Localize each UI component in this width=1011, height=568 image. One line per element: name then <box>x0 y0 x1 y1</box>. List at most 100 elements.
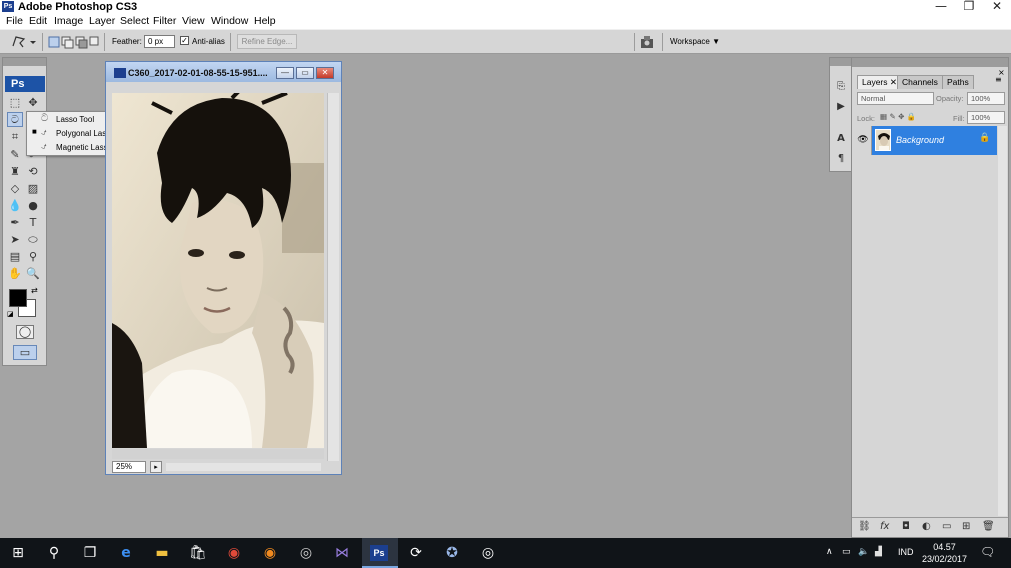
shape-tool-icon[interactable]: ⬭ <box>25 232 41 247</box>
adjustment-layer-icon[interactable]: ◐ <box>922 521 931 532</box>
dodge-tool-icon[interactable]: ● <box>25 198 41 213</box>
actions-icon[interactable]: ▶ <box>834 100 848 114</box>
menu-layer[interactable]: Layer <box>89 15 115 27</box>
restore-button[interactable]: ❐ <box>955 0 983 14</box>
document-maximize-button[interactable]: ▭ <box>296 67 314 79</box>
visual-studio-icon[interactable]: ⋈ <box>332 543 352 563</box>
navigator-icon[interactable]: ⎘ <box>834 80 848 94</box>
crop-tool-icon[interactable]: ⌗ <box>7 129 23 144</box>
add-mask-icon[interactable]: ◘ <box>902 521 910 532</box>
store-icon[interactable]: 🛍 <box>188 543 208 563</box>
lasso-preset-icon[interactable] <box>10 34 36 50</box>
history-brush-icon[interactable]: ⟲ <box>25 164 41 179</box>
menu-filter[interactable]: Filter <box>153 15 176 27</box>
media-player-icon[interactable]: ◎ <box>296 543 316 563</box>
status-scrollbar[interactable] <box>166 463 321 471</box>
selection-mode-icons[interactable] <box>48 35 100 49</box>
document-minimize-button[interactable]: — <box>276 67 294 79</box>
new-layer-icon[interactable]: ⊞ <box>962 521 970 532</box>
layer-style-icon[interactable]: fx <box>880 521 889 532</box>
layers-scrollbar[interactable] <box>998 126 1007 516</box>
visibility-eye-icon[interactable]: 👁 <box>855 126 872 155</box>
document-vertical-scrollbar[interactable] <box>327 93 339 461</box>
fill-input[interactable]: 100% <box>967 111 1005 124</box>
tab-channels[interactable]: Channels <box>897 75 943 89</box>
menu-file[interactable]: File <box>6 15 23 27</box>
panel-close-icon[interactable]: × <box>998 68 1005 77</box>
menu-image[interactable]: Image <box>54 15 83 27</box>
panel-grip[interactable] <box>852 58 1008 67</box>
document-close-button[interactable]: ✕ <box>316 67 334 79</box>
eraser-tool-icon[interactable]: ◇ <box>7 181 23 196</box>
task-view-icon[interactable]: ❐ <box>80 543 100 563</box>
menu-help[interactable]: Help <box>254 15 276 27</box>
notifications-icon[interactable]: 🗨 <box>980 545 995 559</box>
pen-tool-icon[interactable]: ✒ <box>7 215 23 230</box>
blend-mode-select[interactable]: Normal <box>857 92 934 105</box>
minimize-button[interactable]: — <box>927 0 955 14</box>
antialias-checkbox[interactable]: ✓ <box>180 36 189 45</box>
foreground-color-swatch-top[interactable] <box>9 289 27 307</box>
default-colors-icon[interactable]: ◪ <box>7 310 14 318</box>
canvas-image[interactable] <box>112 93 324 448</box>
close-button[interactable]: ✕ <box>983 0 1011 14</box>
toolbox-grip[interactable] <box>3 58 46 66</box>
tab-paths[interactable]: Paths <box>942 75 974 89</box>
bridge-icon[interactable] <box>640 35 658 49</box>
app-icon-2[interactable]: ✪ <box>442 543 462 563</box>
screen-mode-icon[interactable]: ▭ <box>13 345 37 360</box>
zoom-tool-icon[interactable]: 🔍 <box>25 266 41 281</box>
dock-grip[interactable] <box>830 58 852 66</box>
character-icon[interactable]: A <box>834 132 848 146</box>
healing-brush-icon[interactable]: ✎ <box>7 147 23 162</box>
volume-icon[interactable]: 🔈 <box>858 547 869 557</box>
lasso-tool-icon[interactable]: ට <box>7 112 23 127</box>
notes-tool-icon[interactable]: ▤ <box>7 249 23 264</box>
workspace-label: Workspace <box>670 37 710 46</box>
tray-chevron-icon[interactable]: ∧ <box>826 547 833 557</box>
search-icon[interactable]: ⚲ <box>44 543 64 563</box>
network-icon[interactable]: ▟ <box>875 547 882 557</box>
hand-tool-icon[interactable]: ✋ <box>7 266 23 281</box>
paragraph-icon[interactable]: ¶ <box>834 152 848 166</box>
feather-input[interactable]: 0 px <box>144 35 175 48</box>
blur-tool-icon[interactable]: 💧 <box>7 198 23 213</box>
eyedropper-tool-icon[interactable]: ⚲ <box>25 249 41 264</box>
move-tool-icon[interactable]: ✥ <box>25 95 41 110</box>
gradient-tool-icon[interactable]: ▨ <box>25 181 41 196</box>
status-menu-icon[interactable]: ▸ <box>150 461 162 473</box>
firefox-icon[interactable]: ◉ <box>260 543 280 563</box>
battery-icon[interactable]: ▭ <box>842 547 851 557</box>
new-group-icon[interactable]: ▭ <box>942 521 951 532</box>
link-layers-icon[interactable]: ⛓ <box>858 521 871 532</box>
app-icon-3[interactable]: ◎ <box>478 543 498 563</box>
language-indicator[interactable]: IND <box>898 547 914 557</box>
path-selection-icon[interactable]: ➤ <box>7 232 23 247</box>
delete-layer-icon[interactable]: 🗑 <box>982 521 995 532</box>
tab-layers[interactable]: Layers ✕ <box>857 75 902 89</box>
edge-browser-icon[interactable]: e <box>116 543 136 563</box>
file-explorer-icon[interactable]: ▬ <box>152 543 172 563</box>
chrome-icon[interactable]: ◉ <box>224 543 244 563</box>
refine-edge-button[interactable]: Refine Edge... <box>237 34 297 49</box>
opacity-input[interactable]: 100% <box>967 92 1005 105</box>
quick-mask-icon[interactable]: ◯ <box>16 325 34 339</box>
zoom-level-field[interactable]: 25% <box>112 461 146 473</box>
menu-view[interactable]: View <box>182 15 205 27</box>
workspace-menu[interactable]: Workspace ▼ <box>670 37 720 46</box>
start-windows-icon[interactable]: ⊞ <box>8 543 28 563</box>
type-tool-icon[interactable]: T <box>25 215 41 230</box>
app-icon-1[interactable]: ⟳ <box>406 543 426 563</box>
clock[interactable]: 04.57 23/02/2017 <box>917 541 972 565</box>
menu-select[interactable]: Select <box>120 15 149 27</box>
menu-window[interactable]: Window <box>211 15 248 27</box>
lock-options-icons[interactable]: ▦ ✎ ✥ 🔒 <box>880 112 916 121</box>
document-title-bar[interactable]: C360_2017-02-01-08-55-15-951.... — ▭ ✕ <box>106 62 341 82</box>
clone-stamp-icon[interactable]: ♜ <box>7 164 23 179</box>
menu-edit[interactable]: Edit <box>29 15 47 27</box>
layer-row-background[interactable]: 👁 Background 🔒 <box>855 126 997 155</box>
marquee-tool-icon[interactable]: ⬚ <box>7 95 23 110</box>
document-horizontal-scrollbar[interactable] <box>112 449 324 459</box>
swap-colors-icon[interactable]: ⇄ <box>31 286 38 295</box>
photoshop-taskbar-icon[interactable]: Ps <box>370 545 388 561</box>
